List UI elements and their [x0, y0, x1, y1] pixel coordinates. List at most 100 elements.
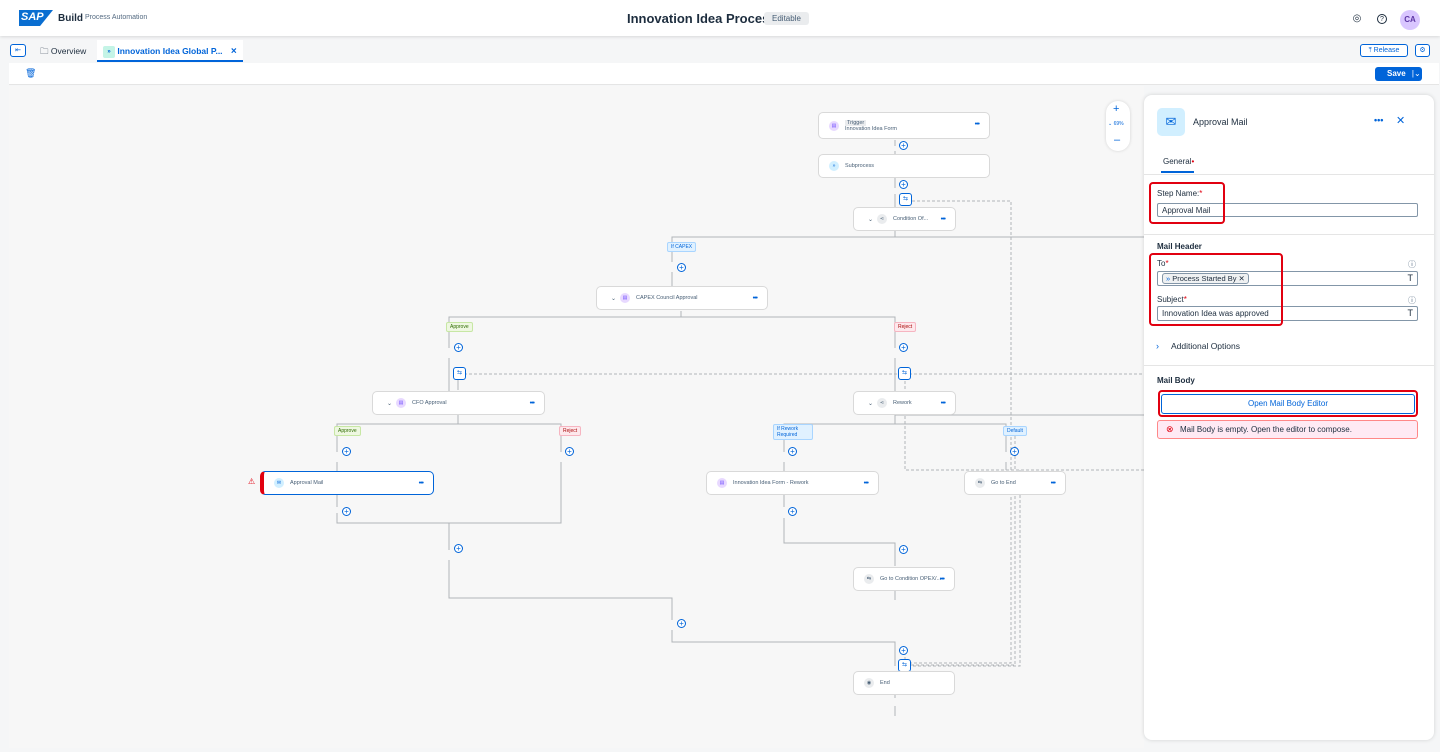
zoom-in-button[interactable]: + — [1113, 103, 1119, 115]
condition-icon: ⋖ — [877, 214, 888, 224]
go-to-end-node[interactable]: ⇆ Go to End ••• — [964, 471, 1066, 495]
add-step-button[interactable]: + — [899, 343, 908, 352]
more-icon[interactable]: ••• — [941, 216, 946, 223]
add-step-button[interactable]: + — [899, 180, 908, 189]
condition-node[interactable]: ⌄ ⋖ Condition Of... ••• — [853, 207, 956, 231]
capex-approval-node[interactable]: ⌄ ▤ CAPEX Council Approval ••• — [596, 286, 768, 310]
sap-logo[interactable]: SAP — [19, 10, 53, 26]
tab-indicator — [1161, 171, 1194, 173]
add-step-button[interactable]: + — [677, 263, 686, 272]
add-step-button[interactable]: + — [788, 447, 797, 456]
delete-icon[interactable]: 🗑 — [25, 68, 36, 79]
more-icon[interactable]: ••• — [753, 295, 758, 302]
tab-general[interactable]: General• — [1163, 157, 1194, 166]
save-button[interactable]: Save |⌄ — [1375, 67, 1422, 81]
help-icon[interactable]: ? — [1377, 14, 1387, 24]
form-icon: ▤ — [717, 478, 727, 488]
additional-options-toggle[interactable]: Additional Options — [1171, 341, 1240, 351]
merge-gateway-icon[interactable]: ⇆ — [453, 367, 466, 380]
more-icon[interactable]: ••• — [1051, 480, 1056, 487]
rework-condition-node[interactable]: ⌄ ⋖ Rework ••• — [853, 391, 956, 415]
cfo-approval-node[interactable]: ⌄ ▤ CFO Approval ••• — [372, 391, 545, 415]
branch-label: Approve — [446, 322, 473, 332]
branch-label: Reject — [559, 426, 582, 436]
merge-gateway-icon[interactable]: ⇆ — [899, 193, 912, 206]
highlight-box — [1149, 182, 1225, 224]
more-icon[interactable]: ••• — [975, 121, 980, 128]
process-canvas[interactable]: ▤ Trigger Innovation Idea Form ••• + » Subpr… — [9, 86, 1144, 748]
close-icon[interactable]: × — [231, 46, 237, 57]
end-node[interactable]: ◉ End — [853, 671, 955, 695]
add-step-button[interactable]: + — [899, 646, 908, 655]
status-badge: Editable — [764, 12, 809, 25]
avatar[interactable]: CA — [1400, 10, 1420, 30]
info-icon[interactable]: ⓘ — [1408, 295, 1416, 306]
chevron-right-icon[interactable]: › — [1156, 341, 1159, 351]
product-name: Build — [58, 13, 83, 24]
mail-header-title: Mail Header — [1157, 242, 1202, 251]
chevron-down-icon[interactable]: ⌄ — [868, 216, 873, 223]
tab-process[interactable]: » Innovation Idea Global P... × — [97, 40, 243, 62]
add-step-button[interactable]: + — [899, 545, 908, 554]
trigger-node[interactable]: ▤ Trigger Innovation Idea Form ••• — [818, 112, 990, 139]
divider — [1144, 234, 1434, 235]
highlight-box — [1158, 390, 1418, 417]
goto-icon: ⇆ — [975, 478, 985, 488]
release-button[interactable]: ⤒ Release — [1360, 44, 1408, 57]
add-step-button[interactable]: + — [342, 507, 351, 516]
more-icon[interactable]: ••• — [864, 480, 869, 487]
joule-icon[interactable]: ◎ — [1350, 12, 1364, 26]
panel-title: Approval Mail — [1193, 117, 1248, 127]
add-step-button[interactable]: + — [454, 343, 463, 352]
zoom-out-button[interactable]: – — [1114, 134, 1120, 146]
toolbar: 🗑 Save |⌄ — [9, 63, 1439, 85]
settings-icon[interactable]: ⚙ — [1415, 44, 1430, 57]
zoom-level[interactable]: ⌄ 69% — [1108, 121, 1124, 127]
info-icon[interactable]: ⓘ — [1408, 259, 1416, 270]
chevron-down-icon[interactable]: ⌄ — [868, 400, 873, 407]
add-step-button[interactable]: + — [454, 544, 463, 553]
add-step-button[interactable]: + — [677, 619, 686, 628]
warning-icon: ⚠ — [248, 477, 256, 486]
back-icon[interactable]: ⇤ — [10, 44, 26, 57]
mail-icon: ✉ — [274, 478, 284, 488]
add-step-button[interactable]: + — [1010, 447, 1019, 456]
add-step-button[interactable]: + — [565, 447, 574, 456]
mail-body-title: Mail Body — [1157, 376, 1195, 385]
zoom-control: + ⌄ 69% – — [1106, 101, 1130, 151]
tab-overview[interactable]: 🗀 Overview — [36, 40, 94, 62]
folder-icon: 🗀 — [40, 46, 51, 56]
approval-mail-node[interactable]: ✉ Approval Mail ••• — [260, 471, 434, 495]
more-icon[interactable]: ••• — [530, 400, 535, 407]
subprocess-node[interactable]: » Subprocess — [818, 154, 990, 178]
connector-lines — [336, 140, 1144, 716]
add-step-button[interactable]: + — [899, 141, 908, 150]
branch-label: Reject — [894, 322, 917, 332]
add-step-button[interactable]: + — [342, 447, 351, 456]
go-to-condition-node[interactable]: ⇆ Go to Condition OPEX/... ••• — [853, 567, 955, 591]
page-title: Innovation Idea Process — [627, 11, 777, 26]
highlight-box — [1149, 253, 1283, 326]
subprocess-icon: » — [829, 161, 839, 171]
more-icon[interactable]: ••• — [941, 400, 946, 407]
more-icon[interactable]: ••• — [419, 480, 424, 487]
chevron-down-icon[interactable]: ⌄ — [611, 295, 616, 302]
approval-icon: ▤ — [620, 293, 631, 303]
merge-gateway-icon[interactable]: ⇆ — [898, 367, 911, 380]
branch-label: Approve — [334, 426, 361, 436]
text-format-icon[interactable]: T — [1408, 308, 1414, 318]
close-icon[interactable]: ✕ — [1396, 114, 1405, 127]
more-icon[interactable]: ••• — [940, 576, 945, 583]
add-step-button[interactable]: + — [788, 507, 797, 516]
product-subtitle: Process Automation — [85, 14, 148, 21]
end-icon: ◉ — [864, 678, 874, 688]
shell-bar: SAP Build Process Automation Innovation … — [0, 0, 1440, 36]
more-icon[interactable]: ••• — [1374, 115, 1383, 125]
chevron-down-icon[interactable]: ⌄ — [387, 400, 392, 407]
text-format-icon[interactable]: T — [1408, 273, 1414, 283]
goto-icon: ⇆ — [864, 574, 874, 584]
process-icon: » — [103, 45, 115, 58]
rework-form-node[interactable]: ▤ Innovation Idea Form - Rework ••• — [706, 471, 879, 495]
approval-icon: ▤ — [396, 398, 407, 408]
error-icon: ⊗ — [1166, 424, 1174, 434]
